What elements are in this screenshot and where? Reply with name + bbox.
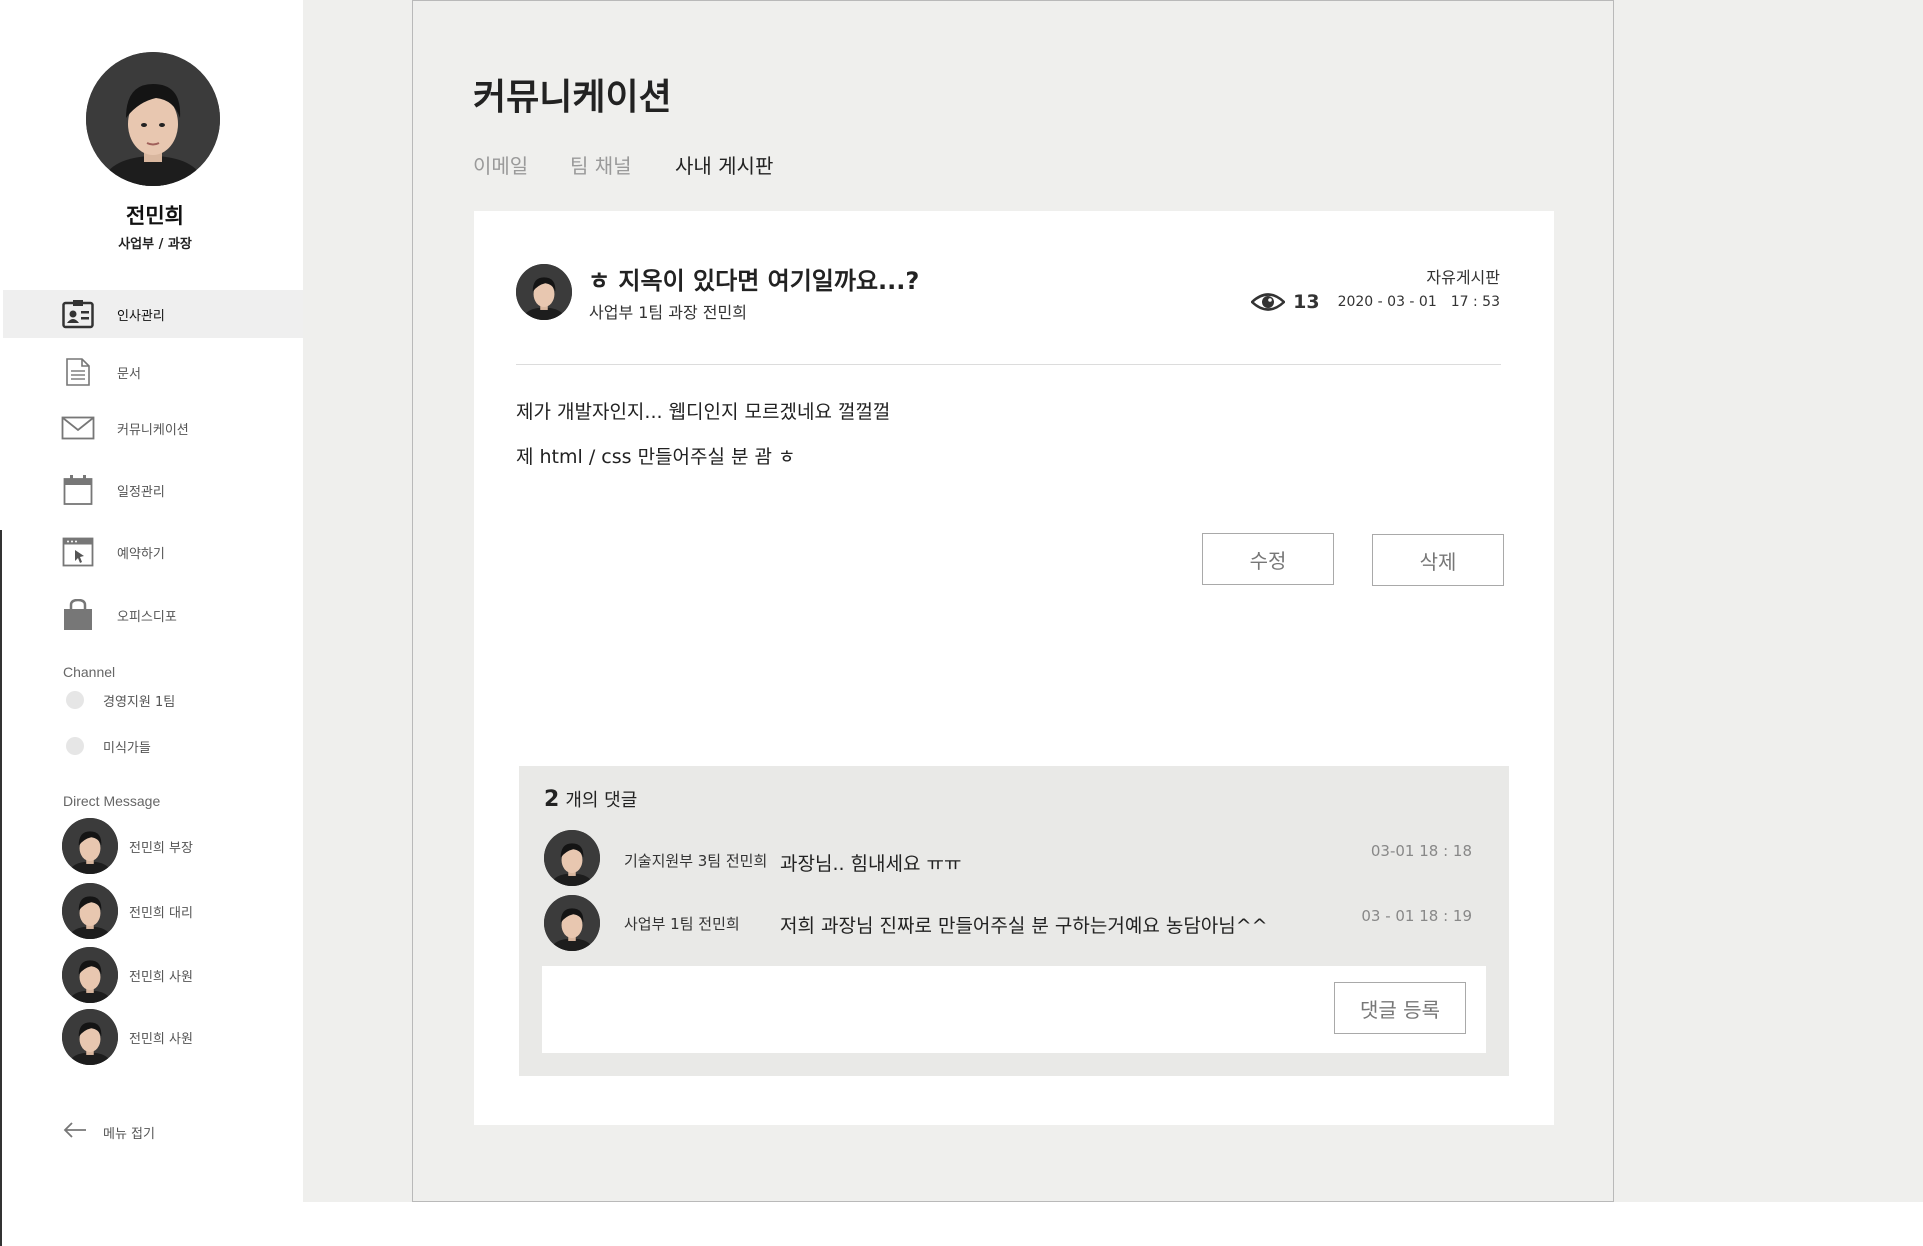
comment-input[interactable]: 댓글 등록 — [542, 966, 1486, 1053]
delete-button[interactable]: 삭제 — [1372, 534, 1504, 586]
user-role: 사업부 / 과장 — [118, 237, 192, 252]
channel-label: 미식가들 — [103, 740, 151, 756]
nav-label: 오피스디포 — [117, 609, 177, 625]
view-count: 13 — [1293, 291, 1320, 313]
nav-label: 인사관리 — [117, 308, 165, 324]
comments-count-label: 개의 댓글 — [565, 790, 638, 811]
dm-item[interactable]: 전민희 대리 — [62, 883, 193, 939]
channel-status-dot — [66, 737, 84, 755]
collapse-menu-label: 메뉴 접기 — [103, 1126, 155, 1142]
channel-item[interactable]: 미식가들 — [66, 734, 151, 758]
post-meta: 13 2020 - 03 - 01 17 : 53 — [1250, 291, 1500, 313]
dm-item[interactable]: 전민희 사원 — [62, 947, 193, 1003]
dm-label: 전민희 대리 — [129, 905, 193, 921]
post-date: 2020 - 03 - 01 — [1337, 294, 1437, 310]
post-body-line: 제 html / css 만들어주실 분 괌 ㅎ — [516, 446, 796, 468]
sidebar: 전민희 사업부 / 과장 인사관리 문서 커뮤니케이션 일정관리 예약하기 오피… — [0, 0, 303, 1246]
nav-item-office-depot[interactable]: 오피스디포 — [3, 591, 303, 639]
window-edge-line — [0, 530, 2, 1246]
nav-label: 일정관리 — [117, 484, 165, 500]
user-name: 전민희 — [126, 204, 184, 228]
nav-item-reservation[interactable]: 예약하기 — [3, 528, 303, 576]
avatar — [62, 818, 118, 874]
comment-text: 저희 과장님 진짜로 만들어주실 분 구하는거예요 농담아님^^ — [780, 915, 1268, 937]
dm-label: 전민희 사원 — [129, 969, 193, 985]
comment-item: 기술지원부 3팀 전민희 과장님.. 힘내세요 ㅠㅠ 03-01 18 : 18 — [544, 830, 1494, 886]
divider — [516, 364, 1501, 365]
comments-section: 2 개의 댓글 기술지원부 3팀 전민희 과장님.. 힘내세요 ㅠㅠ 03-01… — [519, 766, 1509, 1076]
post-body-line: 제가 개발자인지... 웹디인지 모르겠네요 껄껄껄 — [516, 401, 891, 423]
tab-company-board[interactable]: 사내 게시판 — [675, 150, 773, 179]
dm-label: 전민희 사원 — [129, 1031, 193, 1047]
direct-message-heading: Direct Message — [63, 793, 161, 809]
avatar — [62, 1009, 118, 1065]
nav-item-schedule[interactable]: 일정관리 — [3, 466, 303, 514]
avatar — [62, 947, 118, 1003]
comment-submit-button[interactable]: 댓글 등록 — [1334, 982, 1466, 1034]
avatar — [516, 264, 572, 320]
nav-item-communication[interactable]: 커뮤니케이션 — [3, 404, 303, 452]
nav-item-documents[interactable]: 문서 — [3, 348, 303, 396]
tab-email[interactable]: 이메일 — [473, 150, 528, 179]
profile-avatar[interactable] — [86, 52, 220, 186]
shopping-bag-icon — [61, 598, 95, 632]
collapse-menu-button[interactable]: 메뉴 접기 — [63, 1121, 155, 1143]
reservation-icon — [61, 535, 95, 569]
mail-icon — [61, 411, 95, 445]
avatar — [62, 883, 118, 939]
edit-button[interactable]: 수정 — [1202, 533, 1334, 585]
comments-count-number: 2 — [544, 787, 560, 812]
dm-item[interactable]: 전민희 사원 — [62, 1009, 193, 1065]
post-card: ㅎ 지옥이 있다면 여기일까요...? 사업부 1팀 과장 전민희 자유게시판 … — [474, 211, 1554, 1125]
post-author: 사업부 1팀 과장 전민희 — [589, 303, 747, 322]
channel-item[interactable]: 경영지원 1팀 — [66, 688, 175, 712]
page-title: 커뮤니케이션 — [473, 77, 672, 118]
post-time: 17 : 53 — [1450, 294, 1500, 310]
avatar — [544, 830, 600, 886]
arrow-left-icon — [63, 1121, 87, 1143]
avatar — [544, 895, 600, 951]
id-card-icon — [61, 297, 95, 331]
nav-label: 문서 — [117, 366, 141, 382]
calendar-icon — [61, 473, 95, 507]
dm-item[interactable]: 전민희 부장 — [62, 818, 193, 874]
post-board-name: 자유게시판 — [1426, 268, 1500, 287]
eye-icon — [1250, 291, 1286, 313]
channel-status-dot — [66, 691, 84, 709]
document-icon — [61, 355, 95, 389]
comment-author: 사업부 1팀 전민희 — [624, 915, 740, 933]
nav-item-hr[interactable]: 인사관리 — [3, 290, 303, 338]
comment-author: 기술지원부 3팀 전민희 — [624, 852, 768, 870]
tab-team-channel[interactable]: 팀 채널 — [570, 150, 632, 179]
channel-label: 경영지원 1팀 — [103, 694, 176, 710]
comments-count: 2 개의 댓글 — [544, 786, 637, 812]
nav-label: 커뮤니케이션 — [117, 422, 189, 438]
post-title: ㅎ 지옥이 있다면 여기일까요...? — [588, 267, 920, 295]
comment-item: 사업부 1팀 전민희 저희 과장님 진짜로 만들어주실 분 구하는거예요 농담아… — [544, 895, 1494, 951]
comment-date: 03 - 01 18 : 19 — [1361, 907, 1472, 925]
comment-date: 03-01 18 : 18 — [1370, 842, 1472, 860]
dm-label: 전민희 부장 — [129, 840, 193, 856]
nav-label: 예약하기 — [117, 546, 165, 562]
comment-text: 과장님.. 힘내세요 ㅠㅠ — [780, 853, 962, 875]
channel-heading: Channel — [63, 664, 116, 680]
